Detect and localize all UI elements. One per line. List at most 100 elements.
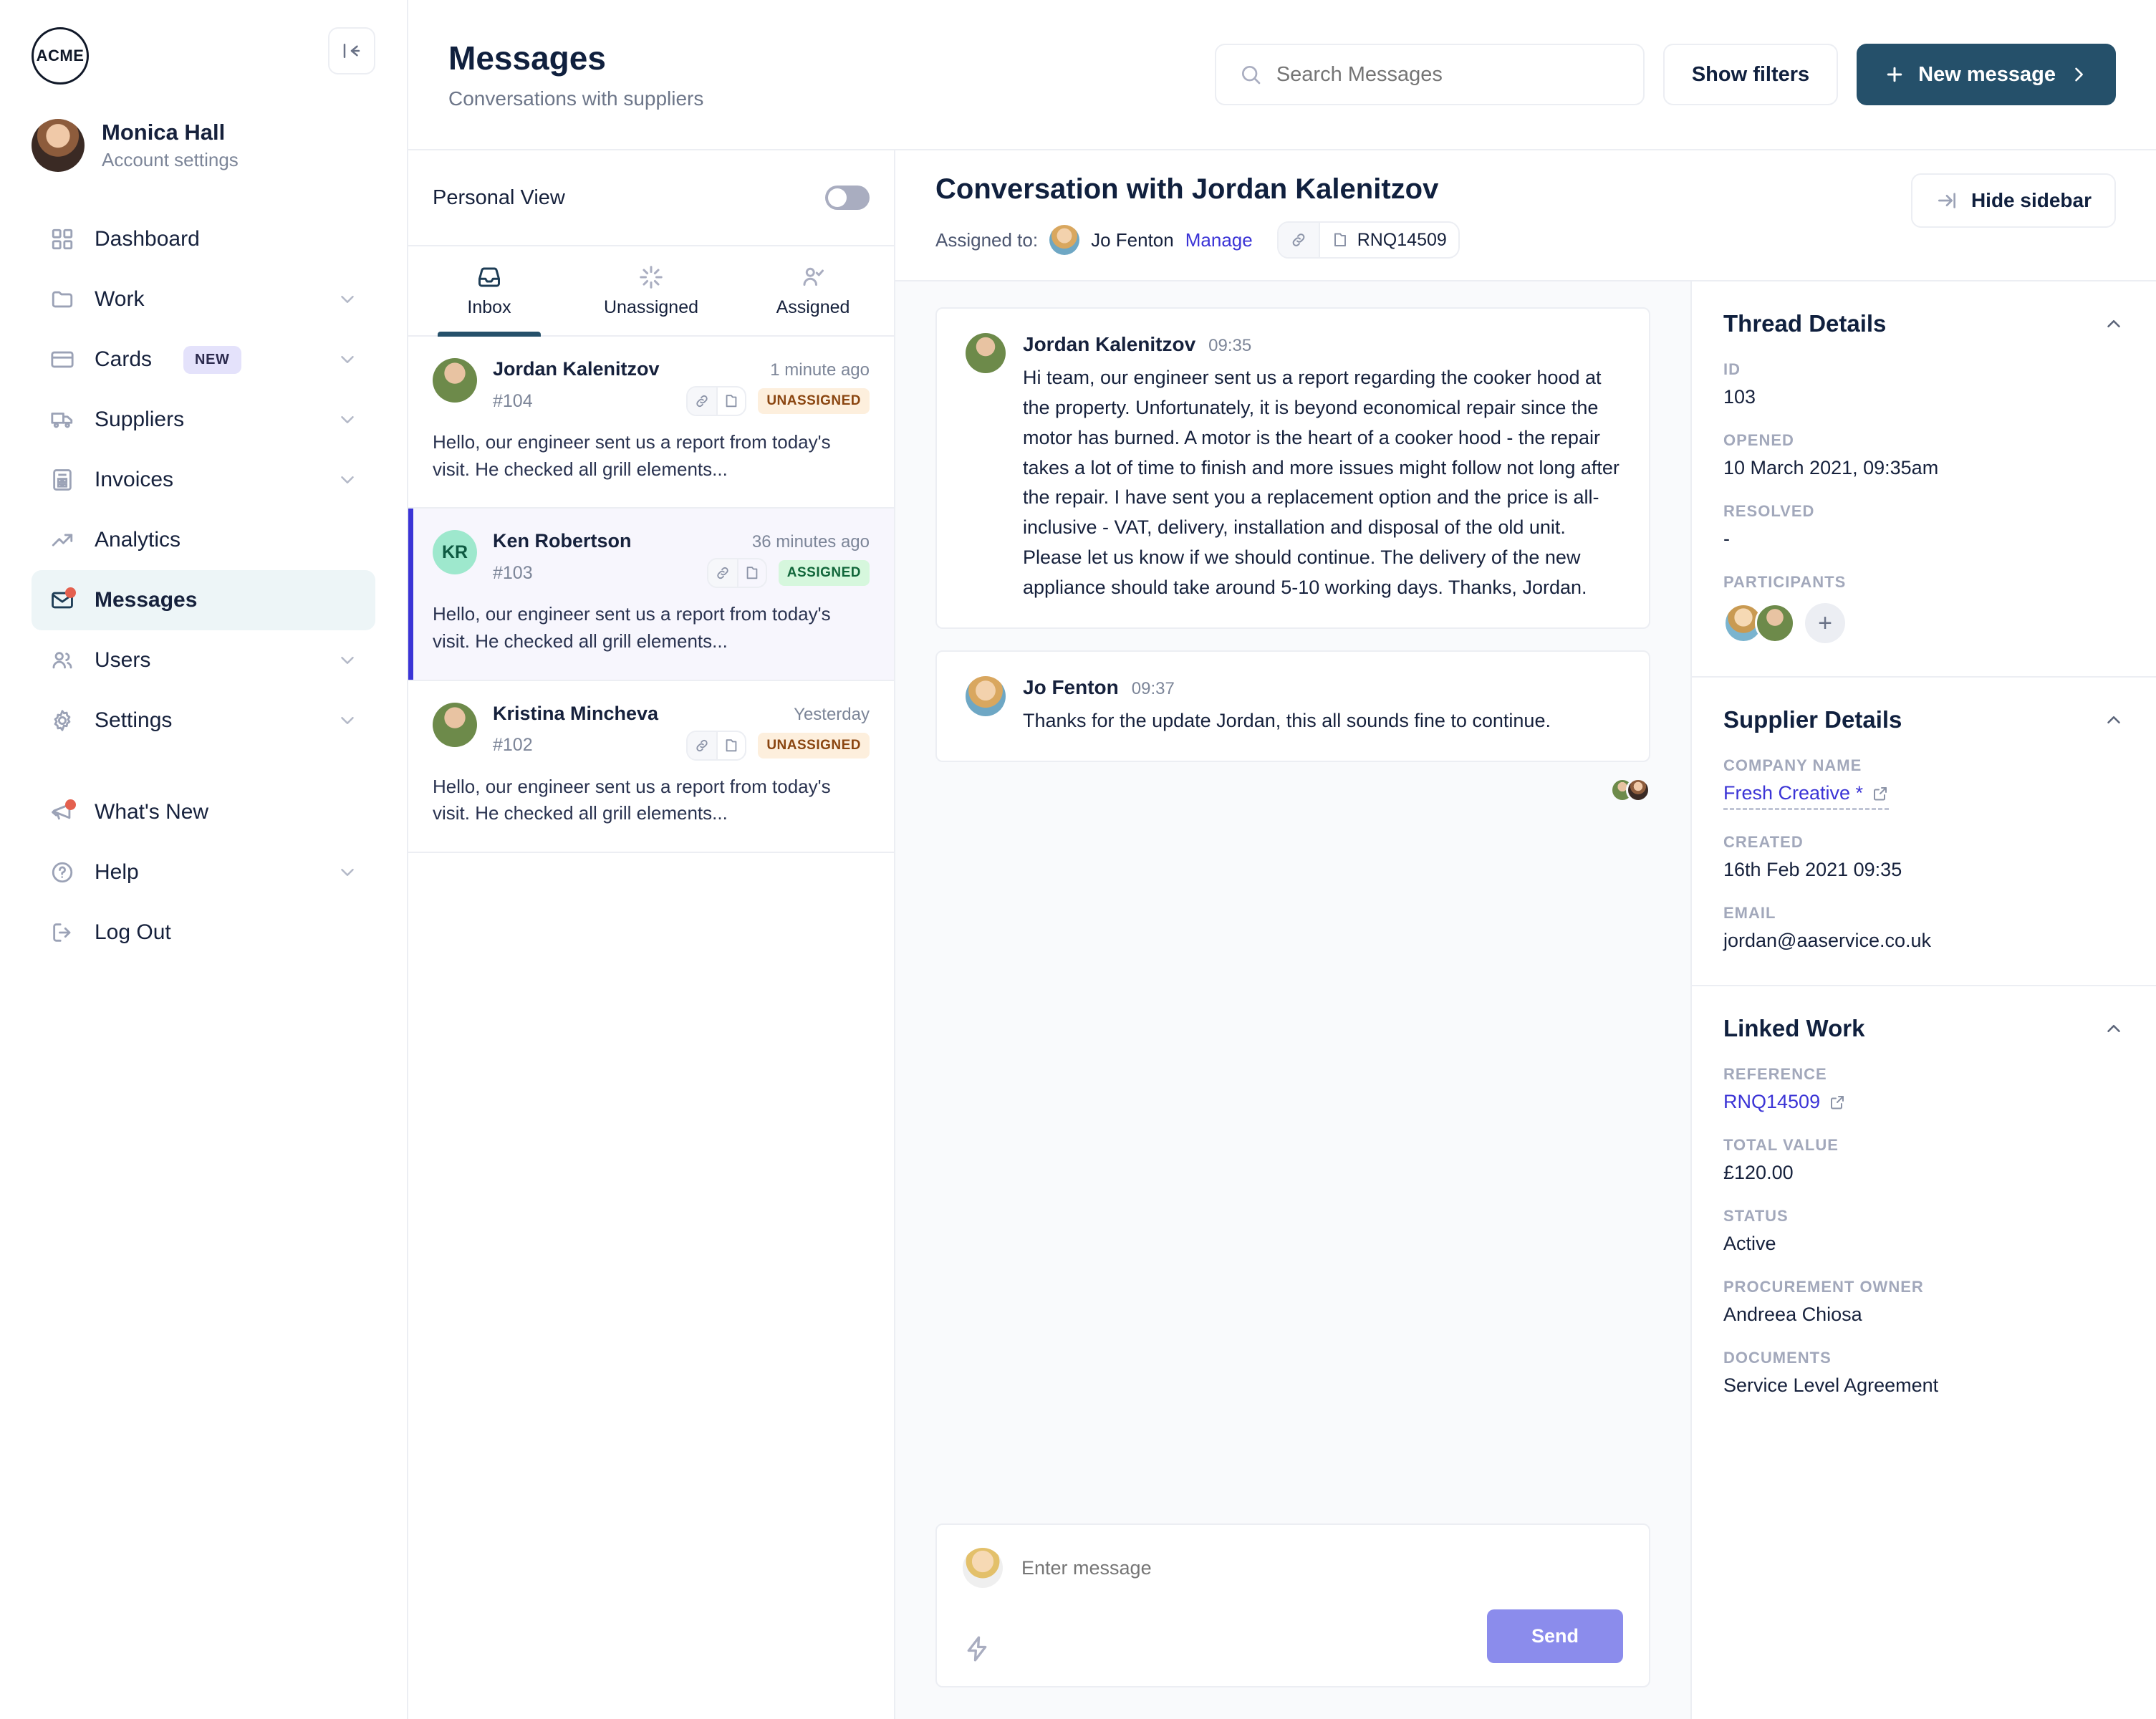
chevron-up-icon[interactable] <box>2103 313 2124 334</box>
lightning-icon[interactable] <box>963 1634 991 1663</box>
folder-icon[interactable] <box>716 387 745 415</box>
send-button[interactable]: Send <box>1486 1609 1623 1663</box>
participants-list: + <box>1723 603 2124 643</box>
list-item[interactable]: Jordan Kalenitzov 1 minute ago #104 UNAS… <box>408 337 894 509</box>
sidebar-item-whats-new[interactable]: What's New <box>32 782 375 842</box>
list-item[interactable]: Kristina Mincheva Yesterday #102 UNASSIG… <box>408 680 894 854</box>
folder-icon[interactable] <box>716 731 745 759</box>
new-message-button[interactable]: New message <box>1857 44 2116 105</box>
users-icon <box>49 647 76 674</box>
message-content: Jordan Kalenitzov 09:35 Hi team, our eng… <box>1023 333 1620 603</box>
avatar <box>966 333 1006 373</box>
credit-card-icon <box>49 346 76 373</box>
list-item-row-meta: #102 UNASSIGNED <box>493 730 870 761</box>
message-author: Jordan Kalenitzov <box>1023 333 1196 355</box>
conversation-title: Conversation with Jordan Kalenitzov <box>935 173 1439 205</box>
search-input[interactable] <box>1276 62 1620 87</box>
sidebar-item-analytics[interactable]: Analytics <box>32 510 375 570</box>
linked-work-section: Linked Work REFERENCE RNQ14509 TOTAL VAL… <box>1692 986 2156 1430</box>
show-filters-button[interactable]: Show filters <box>1662 44 1839 105</box>
field-procurement-owner: PROCUREMENT OWNER Andreea Chiosa <box>1723 1278 2124 1326</box>
account-block[interactable]: Monica Hall Account settings <box>32 119 375 172</box>
field-label: DOCUMENTS <box>1723 1349 1832 1367</box>
tab-inbox[interactable]: Inbox <box>408 246 570 337</box>
search-box[interactable] <box>1214 44 1645 105</box>
section-title: Linked Work <box>1723 1015 1865 1041</box>
list-item-row-meta: #103 ASSIGNED <box>493 558 870 589</box>
field-value: jordan@aaservice.co.uk <box>1723 930 1932 951</box>
field-label: TOTAL VALUE <box>1723 1136 1839 1154</box>
link-icon[interactable] <box>1278 223 1319 257</box>
list-item-body: Kristina Mincheva Yesterday #102 UNASSIG… <box>493 703 870 761</box>
account-settings-link[interactable]: Account settings <box>102 149 239 171</box>
collapse-sidebar-button[interactable] <box>328 27 375 74</box>
field-label: REFERENCE <box>1723 1065 1827 1083</box>
sidebar-item-invoices[interactable]: Invoices <box>32 450 375 510</box>
list-item-row-name: Kristina Mincheva Yesterday <box>493 703 870 725</box>
field-label: OPENED <box>1723 431 1794 449</box>
chevron-down-icon[interactable] <box>337 409 358 430</box>
list-item-top: Kristina Mincheva Yesterday #102 UNASSIG… <box>433 702 870 761</box>
section-title: Supplier Details <box>1723 706 1902 733</box>
sidebar-item-cards[interactable]: Cards NEW <box>32 329 375 390</box>
chevron-down-icon[interactable] <box>337 349 358 370</box>
sidebar-item-settings[interactable]: Settings <box>32 690 375 751</box>
personal-view-toggle[interactable] <box>825 186 870 210</box>
attachment-chip-group[interactable] <box>706 558 767 589</box>
status-badge: UNASSIGNED <box>758 732 870 759</box>
message-composer[interactable]: Send <box>935 1523 1650 1687</box>
list-item[interactable]: KR Ken Robertson 36 minutes ago #103 ASS… <box>408 509 894 681</box>
page-subtitle: Conversations with suppliers <box>448 87 704 110</box>
message-text: Hi team, our engineer sent us a report r… <box>1023 367 1620 598</box>
chevron-down-icon[interactable] <box>337 650 358 671</box>
message-preview: Hello, our engineer sent us a report fro… <box>433 775 831 824</box>
message-input[interactable] <box>1021 1556 1623 1579</box>
tab-label: Assigned <box>776 297 850 317</box>
sidebar-item-label: Invoices <box>95 468 174 491</box>
cards-new-badge: NEW <box>183 345 241 374</box>
hide-sidebar-button[interactable]: Hide sidebar <box>1910 173 2116 228</box>
reference-chip[interactable]: RNQ14509 <box>1276 221 1460 259</box>
message-content: Jo Fenton 09:37 Thanks for the update Jo… <box>1023 676 1620 736</box>
company-name-link[interactable]: Fresh Creative * <box>1723 782 1890 810</box>
chevron-down-icon[interactable] <box>337 862 358 883</box>
sidebar-item-label: What's New <box>95 800 209 824</box>
reference-link[interactable]: RNQ14509 <box>1723 1091 1846 1113</box>
field-value: 103 <box>1723 386 1756 408</box>
sidebar-item-users[interactable]: Users <box>32 630 375 690</box>
reference-chip-folder[interactable]: RNQ14509 <box>1318 223 1458 257</box>
avatar <box>433 358 477 403</box>
link-icon[interactable] <box>688 731 717 759</box>
sidebar-item-label: Suppliers <box>95 408 185 431</box>
manage-assignment-link[interactable]: Manage <box>1185 229 1253 251</box>
chevron-up-icon[interactable] <box>2103 709 2124 731</box>
external-link-icon <box>1874 786 1887 800</box>
sidebar-item-work[interactable]: Work <box>32 269 375 329</box>
chevron-up-icon[interactable] <box>2103 1018 2124 1039</box>
sidebar-item-log-out[interactable]: Log Out <box>32 902 375 963</box>
thread-id: #103 <box>493 562 533 583</box>
nav-divider-space <box>32 751 375 782</box>
attachment-chip-group[interactable] <box>686 730 747 761</box>
field-label: PROCUREMENT OWNER <box>1723 1278 1924 1296</box>
conversation-body: Jordan Kalenitzov 09:35 Hi team, our eng… <box>895 281 2156 1719</box>
tab-unassigned[interactable]: Unassigned <box>570 246 732 335</box>
sidebar-item-messages[interactable]: Messages <box>32 570 375 630</box>
section-title: Thread Details <box>1723 310 1887 337</box>
add-participant-button[interactable]: + <box>1805 603 1845 643</box>
sidebar-item-help[interactable]: Help <box>32 842 375 902</box>
link-icon[interactable] <box>688 387 717 415</box>
plus-icon <box>1887 67 1902 82</box>
chevron-down-icon[interactable] <box>337 710 358 731</box>
attachment-chip-group[interactable] <box>686 386 747 416</box>
tab-assigned[interactable]: Assigned <box>732 246 894 335</box>
external-link-icon <box>1831 1095 1844 1109</box>
sidebar-item-label: Help <box>95 860 139 884</box>
sidebar-item-dashboard[interactable]: Dashboard <box>32 209 375 269</box>
link-icon[interactable] <box>708 559 737 587</box>
folder-icon[interactable] <box>736 559 766 587</box>
chevron-down-icon[interactable] <box>337 289 358 310</box>
chevron-down-icon[interactable] <box>337 469 358 491</box>
sidebar-item-suppliers[interactable]: Suppliers <box>32 390 375 450</box>
message-tabs: Inbox Unassigned Assigned <box>408 246 894 337</box>
